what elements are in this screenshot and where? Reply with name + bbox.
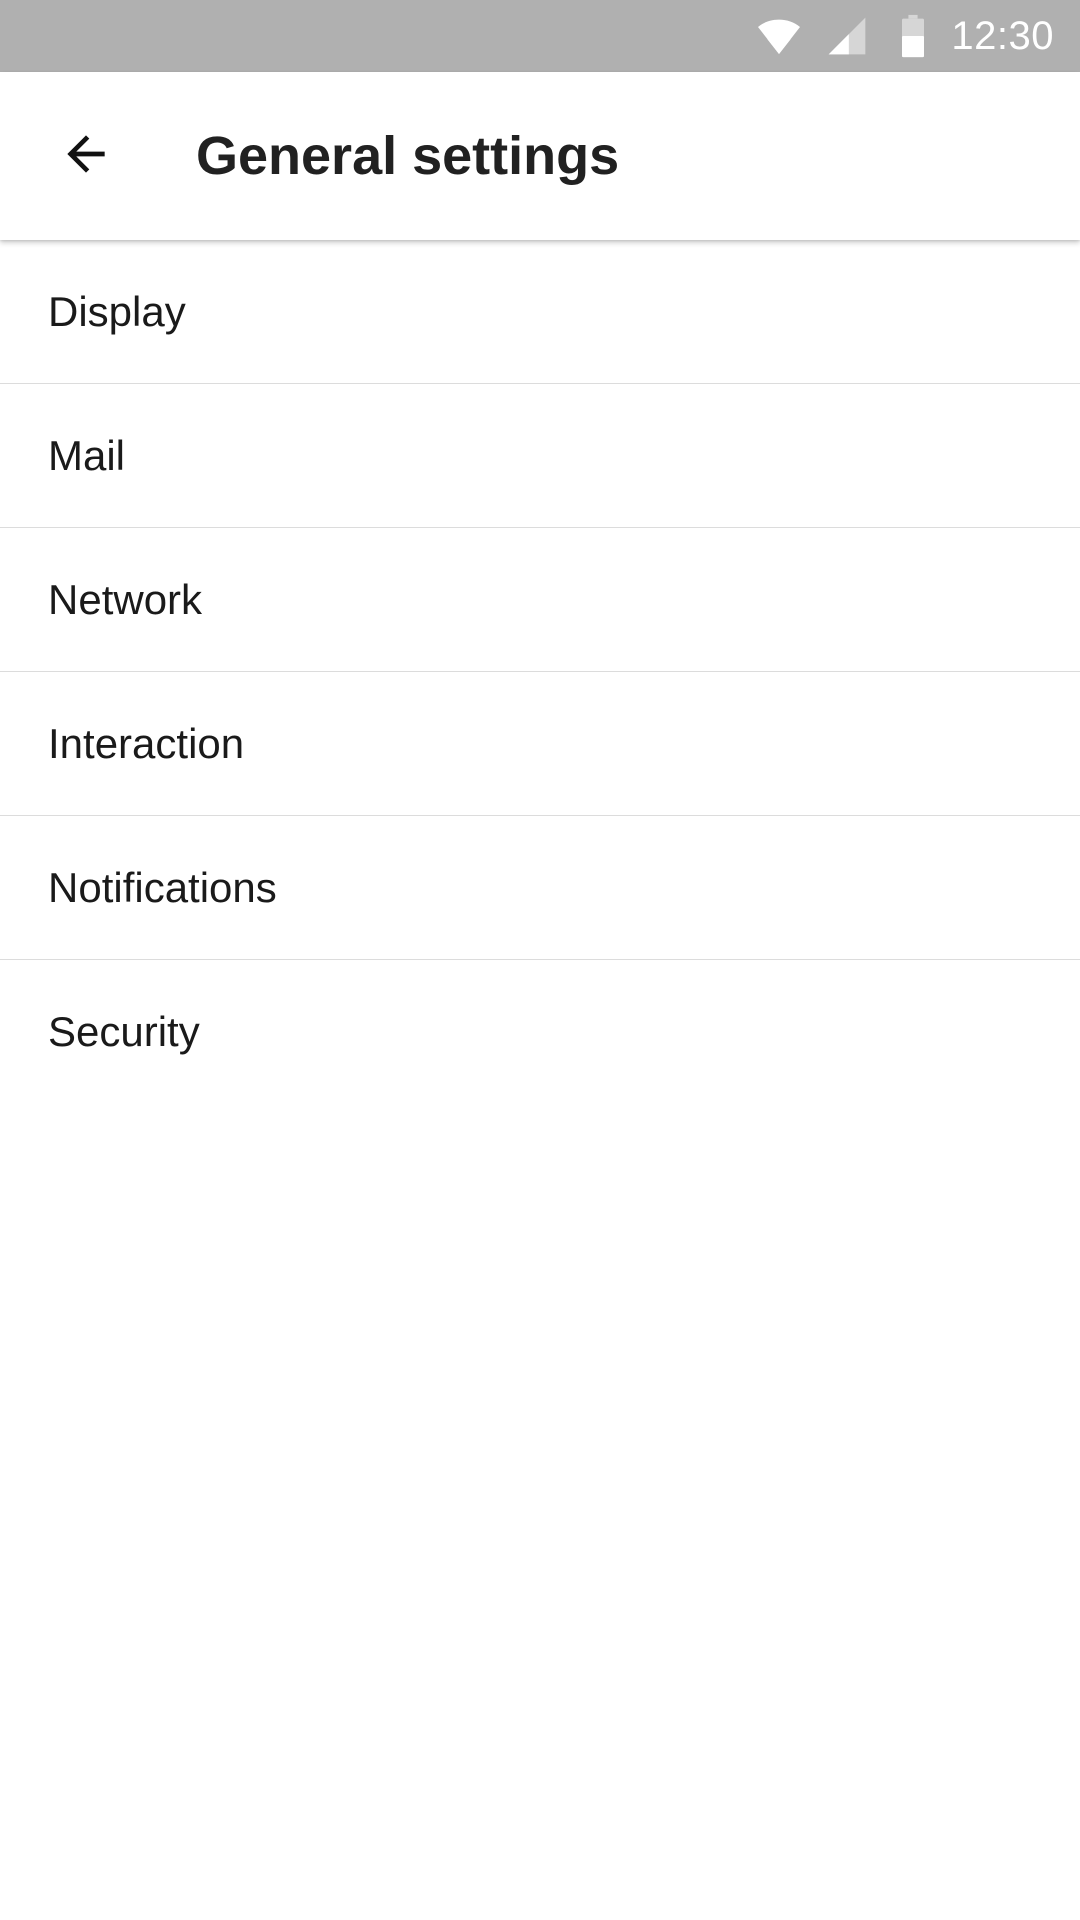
settings-item-mail[interactable]: Mail (0, 384, 1080, 528)
back-button[interactable] (38, 108, 134, 204)
status-icons: 12:30 (755, 0, 1054, 72)
settings-item-label: Security (48, 1008, 200, 1055)
settings-item-network[interactable]: Network (0, 528, 1080, 672)
settings-item-notifications[interactable]: Notifications (0, 816, 1080, 960)
signal-icon (825, 14, 869, 58)
page-title: General settings (196, 126, 620, 186)
status-time: 12:30 (951, 14, 1054, 58)
app-bar: General settings (0, 72, 1080, 240)
back-arrow-icon (58, 126, 114, 187)
settings-item-display[interactable]: Display (0, 240, 1080, 384)
settings-item-label: Mail (48, 431, 126, 479)
wifi-icon (755, 12, 803, 60)
settings-list: Display Mail Network Interaction Notific… (0, 240, 1080, 1104)
settings-item-interaction[interactable]: Interaction (0, 672, 1080, 816)
settings-item-security[interactable]: Security (0, 960, 1080, 1104)
battery-icon (899, 14, 927, 58)
status-bar: 12:30 (0, 0, 1080, 72)
screen: 12:30 General settings Display Mail Netw… (0, 0, 1080, 1920)
settings-item-label: Display (48, 287, 186, 335)
settings-item-label: Notifications (48, 863, 277, 911)
settings-item-label: Network (48, 575, 203, 623)
settings-item-label: Interaction (48, 719, 245, 767)
